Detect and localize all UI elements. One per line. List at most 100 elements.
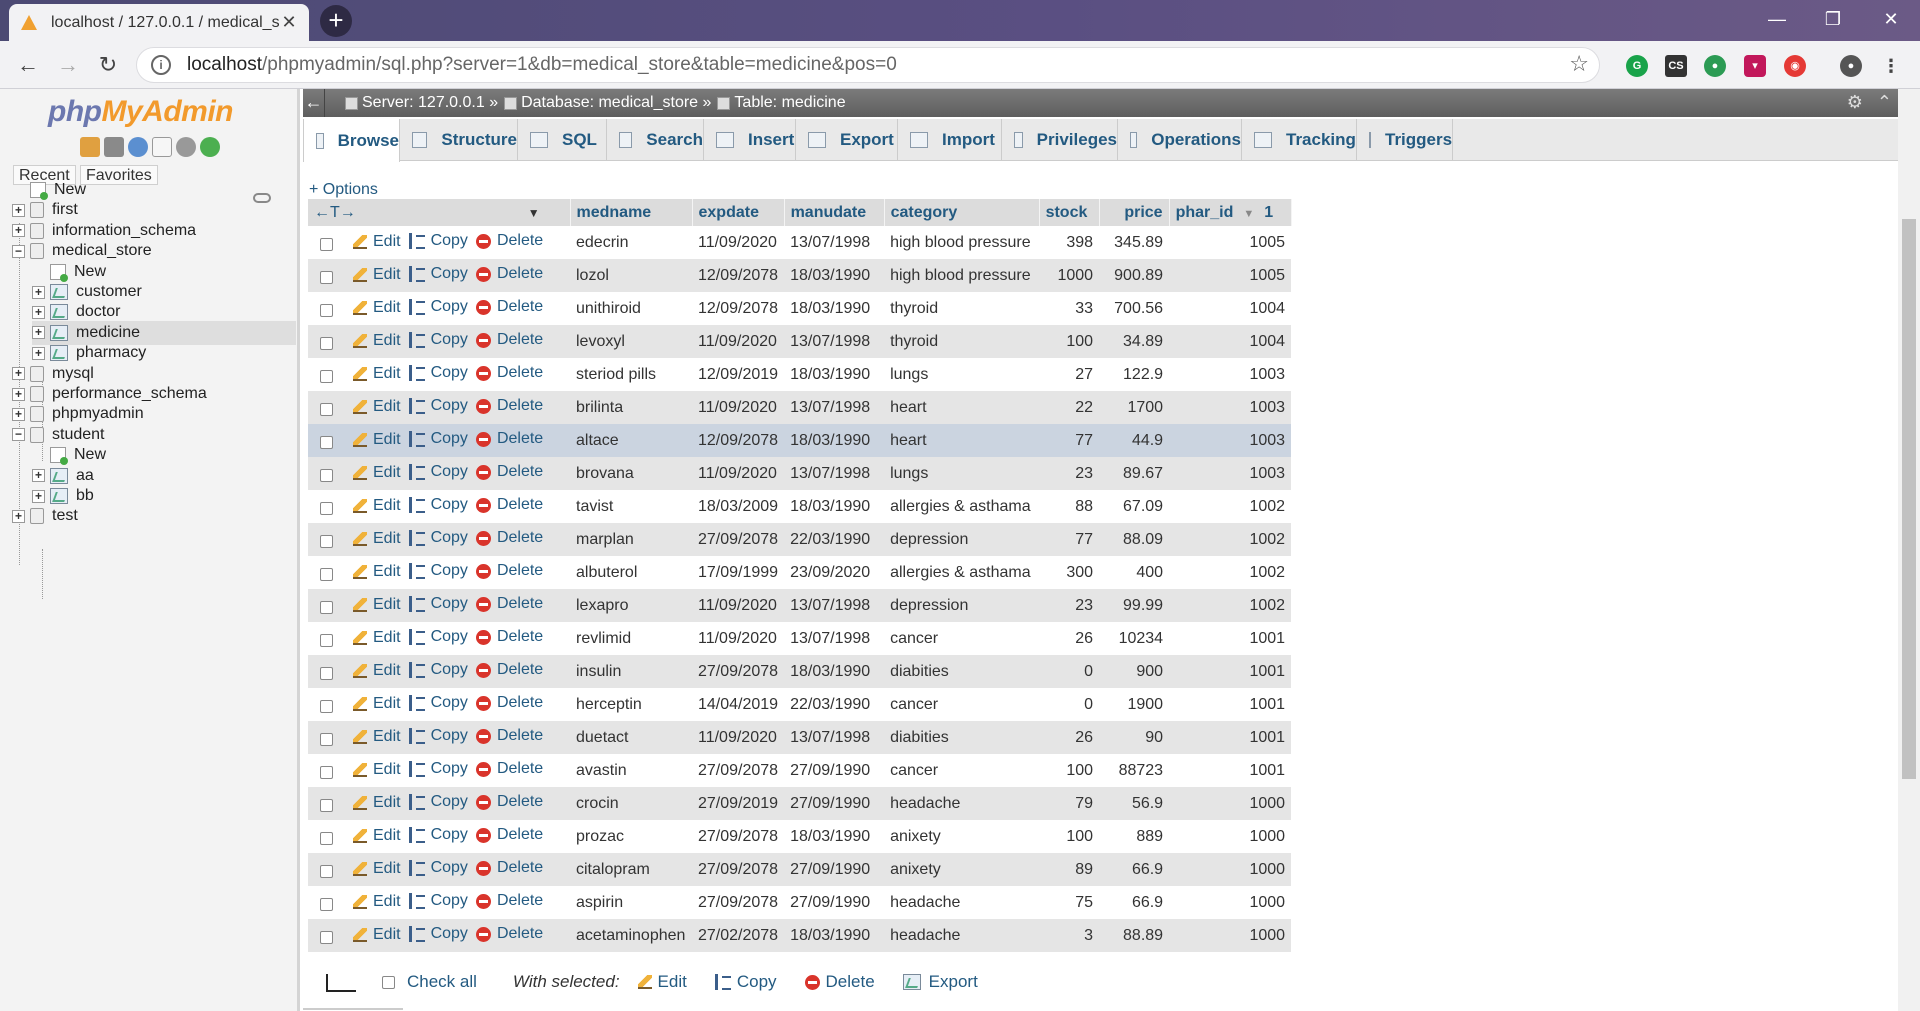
cell-price[interactable]: 900.89 [1099,259,1170,292]
chat-extension-icon[interactable]: ● [1704,55,1726,77]
edit-row-button[interactable]: Edit [353,332,401,350]
delete-row-button[interactable]: Delete [475,826,543,844]
cell-price[interactable]: 700.56 [1099,292,1170,325]
cell-category[interactable]: headache [884,787,1040,820]
cell-price[interactable]: 889 [1099,820,1170,853]
breadcrumb-table[interactable]: Table: medicine [734,94,845,112]
copy-row-button[interactable]: Copy [408,364,468,382]
cell-price[interactable]: 66.9 [1099,886,1170,919]
delete-row-button[interactable]: Delete [475,430,543,448]
cell-medname[interactable]: brovana [570,457,692,490]
breadcrumb-database[interactable]: Database: medical_store » [521,94,711,112]
help-icon[interactable] [128,137,148,157]
table-row[interactable]: Edit Copy Delete levoxyl 11/09/2020 13/07/199… [308,325,1292,358]
edit-row-button[interactable]: Edit [353,266,401,284]
edit-row-button[interactable]: Edit [353,464,401,482]
cell-price[interactable]: 34.89 [1099,325,1170,358]
cell-category[interactable]: heart [884,391,1040,424]
cell-medname[interactable]: citalopram [570,853,692,886]
row-checkbox[interactable] [320,633,333,647]
tab-export[interactable]: Export [796,119,898,161]
copy-row-button[interactable]: Copy [408,793,468,811]
cell-manudate[interactable]: 13/07/1998 [784,325,885,358]
row-checkbox[interactable] [320,798,333,812]
cell-phar-id[interactable]: 1001 [1169,721,1292,754]
tree-item-test[interactable]: + test [12,504,78,528]
column-header-expdate[interactable]: expdate [692,199,785,226]
row-checkbox[interactable] [320,864,333,878]
cell-price[interactable]: 1900 [1099,688,1170,721]
cell-category[interactable]: anixety [884,853,1040,886]
column-header-price[interactable]: price [1099,199,1170,226]
expand-icon[interactable]: + [32,489,45,503]
cell-stock[interactable]: 23 [1039,589,1100,622]
cell-price[interactable]: 10234 [1099,622,1170,655]
browser-tab[interactable]: localhost / 127.0.0.1 / medical_sto ✕ [9,4,309,41]
cell-expdate[interactable]: 11/09/2020 [692,325,785,358]
cell-expdate[interactable]: 18/03/2009 [692,490,785,523]
copy-row-button[interactable]: Copy [408,430,468,448]
settings-gear-icon[interactable] [176,137,196,157]
cell-expdate[interactable]: 27/09/2078 [692,754,785,787]
close-window-icon[interactable]: ✕ [1866,0,1916,41]
cell-phar-id[interactable]: 1001 [1169,622,1292,655]
cell-expdate[interactable]: 12/09/2078 [692,424,785,457]
row-checkbox[interactable] [320,765,333,779]
cell-category[interactable]: high blood pressure [884,226,1040,259]
cell-manudate[interactable]: 13/07/1998 [784,622,885,655]
cell-expdate[interactable]: 11/09/2020 [692,589,785,622]
cell-price[interactable]: 89.67 [1099,457,1170,490]
cell-phar-id[interactable]: 1003 [1169,358,1292,391]
browser-menu-icon[interactable]: ⋮ [1880,55,1902,77]
cell-expdate[interactable]: 27/09/2078 [692,820,785,853]
delete-row-button[interactable]: Delete [475,364,543,382]
reload-icon[interactable]: ↻ [92,49,124,81]
cell-medname[interactable]: lozol [570,259,692,292]
row-checkbox[interactable] [320,336,333,350]
expand-icon[interactable]: + [32,305,45,319]
cell-stock[interactable]: 300 [1039,556,1100,589]
copy-row-button[interactable]: Copy [408,628,468,646]
back-arrow-icon[interactable]: ← [12,49,44,81]
table-row[interactable]: Edit Copy Delete edecrin 11/09/2020 13/07/199… [308,226,1292,259]
row-checkbox[interactable] [320,567,333,581]
minimize-icon[interactable]: — [1752,0,1802,41]
cell-stock[interactable]: 23 [1039,457,1100,490]
cell-medname[interactable]: steriod pills [570,358,692,391]
cell-category[interactable]: headache [884,886,1040,919]
cell-manudate[interactable]: 13/07/1998 [784,589,885,622]
forward-arrow-icon[interactable]: → [52,49,84,81]
delete-row-button[interactable]: Delete [475,232,543,250]
delete-row-button[interactable]: Delete [475,925,543,943]
cell-medname[interactable]: unithiroid [570,292,692,325]
logout-icon[interactable] [104,137,124,157]
cell-category[interactable]: headache [884,919,1040,952]
copy-row-button[interactable]: Copy [408,925,468,943]
settings-gear-icon[interactable]: ⚙ [1847,92,1863,113]
bulk-delete-button[interactable]: Delete [804,972,875,992]
cell-expdate[interactable]: 17/09/1999 [692,556,785,589]
profile-avatar[interactable]: ● [1840,55,1862,77]
page-scrollbar[interactable] [1898,89,1920,1011]
options-toggle[interactable]: + Options [309,181,378,199]
delete-row-button[interactable]: Delete [475,331,543,349]
copy-row-button[interactable]: Copy [408,661,468,679]
row-checkbox[interactable] [320,435,333,449]
copy-row-button[interactable]: Copy [408,397,468,415]
cell-category[interactable]: depression [884,523,1040,556]
cell-expdate[interactable]: 12/09/2078 [692,292,785,325]
edit-row-button[interactable]: Edit [353,365,401,383]
cell-stock[interactable]: 398 [1039,226,1100,259]
cell-price[interactable]: 90 [1099,721,1170,754]
cell-phar-id[interactable]: 1004 [1169,325,1292,358]
delete-row-button[interactable]: Delete [475,595,543,613]
cell-manudate[interactable]: 22/03/1990 [784,523,885,556]
copy-row-button[interactable]: Copy [408,826,468,844]
edit-row-button[interactable]: Edit [353,629,401,647]
table-row[interactable]: Edit Copy Delete tavist 18/03/2009 18/03/1990… [308,490,1292,523]
edit-row-button[interactable]: Edit [353,926,401,944]
cell-price[interactable]: 88723 [1099,754,1170,787]
edit-row-button[interactable]: Edit [353,563,401,581]
breadcrumb-server[interactable]: Server: 127.0.0.1 » [362,94,498,112]
copy-row-button[interactable]: Copy [408,496,468,514]
